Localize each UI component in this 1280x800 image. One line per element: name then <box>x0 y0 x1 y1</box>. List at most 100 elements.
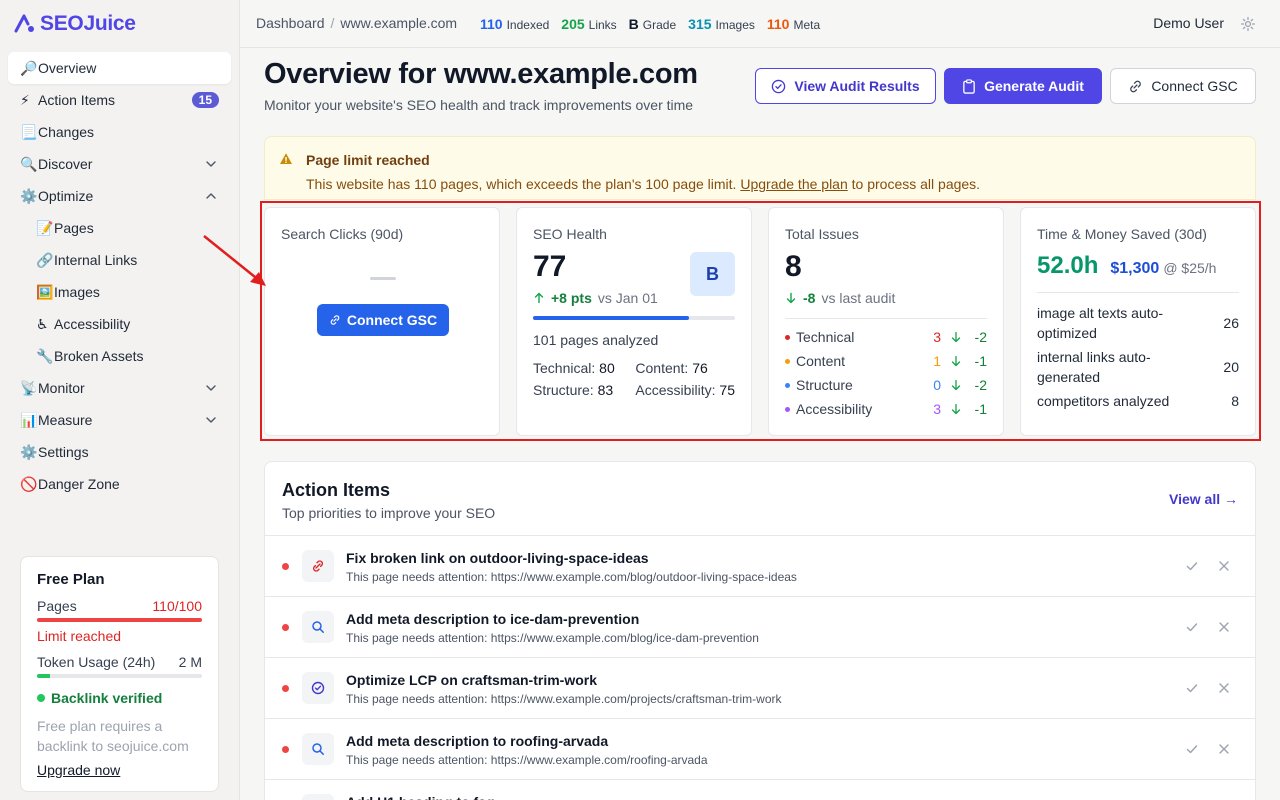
sidebar-item-broken-assets[interactable]: 🔧 Broken Assets <box>8 340 231 372</box>
backlink-verified: Backlink verified <box>37 690 202 706</box>
nav-emoji-icon: 🔎 <box>20 59 38 76</box>
breadcrumb: Dashboard / www.example.com <box>256 15 457 31</box>
check-icon[interactable] <box>1185 620 1199 634</box>
connect-gsc-header-label: Connect GSC <box>1151 78 1238 94</box>
sidebar-item-accessibility[interactable]: ♿ Accessibility <box>8 308 231 340</box>
action-item-title: Add H1 heading to faq <box>346 794 495 800</box>
broken-link-icon <box>302 550 334 582</box>
stat-value: B <box>628 16 639 32</box>
action-items-title: Action Items <box>282 480 391 500</box>
plan-pages-value: 110/100 <box>152 598 202 614</box>
sidebar-item-changes[interactable]: 📃 Changes <box>8 116 231 148</box>
check-icon[interactable] <box>1185 681 1199 695</box>
nav-emoji-icon: 🔗 <box>36 251 54 268</box>
page-title: Overview for www.example.com <box>264 58 698 90</box>
stat-label: Images <box>715 18 755 32</box>
stat-value: 110 <box>766 16 790 32</box>
pages-usage-bar <box>37 618 202 622</box>
sidebar-item-action-items[interactable]: ⚡ Action Items 15 <box>8 84 231 116</box>
breadcrumb-site[interactable]: www.example.com <box>340 15 457 31</box>
annotation-arrow-icon <box>203 235 266 286</box>
sidebar-item-settings[interactable]: ⚙️ Settings <box>8 436 231 468</box>
nav-emoji-icon: 🖼️ <box>36 283 54 300</box>
chevron-down-icon[interactable] <box>205 158 217 170</box>
sidebar-item-label: Danger Zone <box>38 476 120 492</box>
action-item-row[interactable]: Optimize LCP on craftsman-trim-work This … <box>265 657 1255 718</box>
sidebar-item-label: Overview <box>38 60 97 76</box>
action-item-row[interactable]: Add H1 heading to faq <box>265 779 1255 800</box>
sidebar-item-monitor[interactable]: 📡 Monitor <box>8 372 231 404</box>
sidebar-item-overview[interactable]: 🔎 Overview <box>8 52 231 84</box>
sidebar-item-label: Images <box>54 284 100 300</box>
sidebar-item-danger-zone[interactable]: 🚫 Danger Zone <box>8 468 231 500</box>
sidebar-item-discover[interactable]: 🔍 Discover <box>8 148 231 180</box>
brand-logo[interactable]: SEOJuice <box>14 12 136 36</box>
chevron-up-icon[interactable] <box>205 190 217 202</box>
nav-emoji-icon: 📡 <box>20 379 38 396</box>
nav-emoji-icon: 📃 <box>20 123 38 140</box>
search-icon <box>302 733 334 765</box>
action-item-title: Optimize LCP on craftsman-trim-work <box>346 672 598 688</box>
close-icon[interactable] <box>1217 681 1231 695</box>
stat-grade: B Grade <box>629 16 676 32</box>
priority-dot-icon <box>282 624 289 631</box>
connect-gsc-header-button[interactable]: Connect GSC <box>1110 68 1256 104</box>
nav-emoji-icon: 📝 <box>36 219 54 236</box>
search-icon <box>302 611 334 643</box>
action-item-row[interactable]: Add meta description to ice-dam-preventi… <box>265 596 1255 657</box>
nav-emoji-icon: ⚡ <box>20 91 30 108</box>
sidebar-item-label: Internal Links <box>54 252 138 268</box>
highlight-box <box>260 201 1261 441</box>
upgrade-now-link[interactable]: Upgrade now <box>37 762 202 778</box>
action-item-description: This page needs attention: https://www.e… <box>346 753 708 767</box>
check-circle-icon <box>772 79 786 93</box>
chevron-down-icon[interactable] <box>205 414 217 426</box>
stat-label: Meta <box>793 18 821 32</box>
pages-usage-fill <box>37 618 202 622</box>
user-menu[interactable]: Demo User <box>1153 15 1224 31</box>
priority-dot-icon <box>282 685 289 692</box>
stat-links: 205 Links <box>561 16 616 32</box>
close-icon[interactable] <box>1217 742 1231 756</box>
sidebar-item-measure[interactable]: 📊 Measure <box>8 404 231 436</box>
topbar: Dashboard / www.example.com 110 Indexed 205 L… <box>240 0 1280 48</box>
nav-emoji-icon: ⚙️ <box>20 187 38 204</box>
sidebar-item-label: Discover <box>38 156 93 172</box>
token-usage-value: 2 M <box>178 654 202 670</box>
plan-token-row: Token Usage (24h) 2 M <box>37 654 202 670</box>
verified-label: Backlink verified <box>51 690 163 706</box>
logo-icon <box>14 14 34 33</box>
priority-dot-icon <box>282 746 289 753</box>
stat-images: 315 Images <box>688 16 755 32</box>
token-usage-label: Token Usage (24h) <box>37 654 156 670</box>
close-icon[interactable] <box>1217 559 1231 573</box>
breadcrumb-dashboard[interactable]: Dashboard <box>256 15 325 31</box>
action-item-description: This page needs attention: https://www.e… <box>346 631 759 645</box>
sidebar-item-optimize[interactable]: ⚙️ Optimize <box>8 180 231 212</box>
priority-dot-icon <box>282 563 289 570</box>
sidebar-item-label: Changes <box>38 124 95 140</box>
generate-audit-button[interactable]: Generate Audit <box>944 68 1102 104</box>
check-icon[interactable] <box>1185 559 1199 573</box>
nav-emoji-icon: 🔧 <box>36 347 54 364</box>
close-icon[interactable] <box>1217 620 1231 634</box>
action-item-row[interactable]: Add meta description to roofing-arvada Th… <box>265 718 1255 779</box>
action-item-title: Add meta description to ice-dam-preventi… <box>346 611 640 627</box>
upgrade-plan-link[interactable]: Upgrade the plan <box>740 176 847 192</box>
check-icon[interactable] <box>1185 742 1199 756</box>
action-item-description: This page needs attention: https://www.e… <box>346 692 782 706</box>
token-usage-bar <box>37 674 202 678</box>
stat-label: Indexed <box>506 18 550 32</box>
sidebar-item-label: Monitor <box>38 380 85 396</box>
link-icon <box>1130 80 1142 92</box>
action-items-subtitle: Top priorities to improve your SEO <box>282 505 496 521</box>
chevron-down-icon[interactable] <box>205 382 217 394</box>
action-item-row[interactable]: Fix broken link on outdoor-living-space-… <box>265 535 1255 596</box>
view-audit-results-button[interactable]: View Audit Results <box>755 68 936 104</box>
sidebar-item-label: Optimize <box>38 188 94 204</box>
plan-note: Free plan requires a backlink to seojuic… <box>37 718 189 754</box>
gear-icon[interactable] <box>1240 16 1256 32</box>
action-items-panel: Action Items Top priorities to improve y… <box>264 461 1256 800</box>
stat-value: 205 <box>561 16 585 32</box>
view-all-link[interactable]: View all → <box>1169 491 1238 507</box>
